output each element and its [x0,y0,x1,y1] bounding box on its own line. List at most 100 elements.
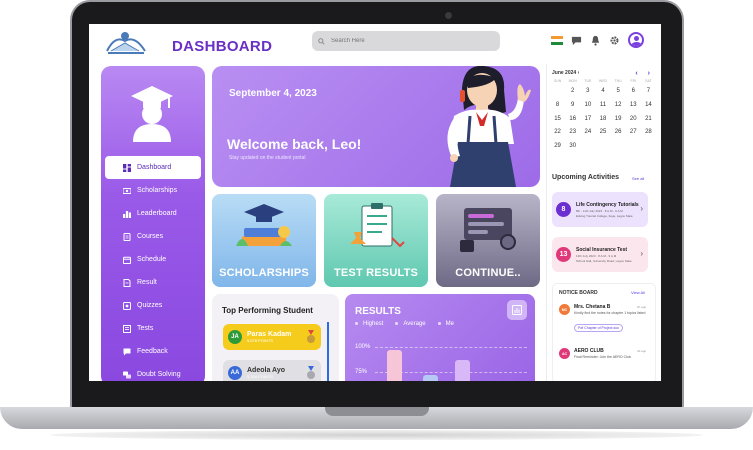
calendar-day[interactable]: 28 [641,126,656,140]
sidebar-item-courses[interactable]: Courses [105,225,201,248]
sidebar-item-tests[interactable]: Tests [105,317,201,340]
calendar-day[interactable]: 20 [626,113,641,127]
chevron-right-icon: › [640,249,643,258]
notice-attachment[interactable]: Pdf Chapter of Project doc [574,324,624,332]
calendar-widget: June 2024 › ‹ › SUN MON TUE WED THU FRI SAT 23… [550,70,656,165]
card-label: TEST RESULTS [333,267,419,279]
laptop-notch [325,407,429,416]
card-label: SCHOLARSHIPS [219,267,309,279]
calendar-day[interactable]: 14 [641,99,656,113]
student-illustration [447,66,531,187]
continue-card[interactable]: CONTINUE.. [436,194,540,287]
chart-toggle-button[interactable] [507,300,527,320]
notice-text: Final Reminder: Join the AERO Club [574,355,631,359]
sidebar-item-feedback[interactable]: Feedback [105,340,201,363]
calendar-day[interactable]: 11 [595,99,610,113]
calendar-day[interactable]: 8 [550,99,565,113]
upcoming-activities-title: Upcoming Activities [552,174,620,181]
calendar-day[interactable]: 12 [611,99,626,113]
notice-board: NOTICE BOARD View All MC Mrs. Chetana B … [552,283,656,381]
results-panel: RESULTS Highest Average Me 100% 75% [345,294,535,381]
sidebar-item-dashboard[interactable]: Dashboard [105,156,201,179]
calendar-nav[interactable]: ‹ › [635,70,654,77]
calendar-day[interactable]: 2 [565,85,580,99]
notice-item[interactable]: MC Mrs. Chetana B Kindly find the notes … [559,304,648,334]
calendar-day[interactable]: 25 [595,126,610,140]
student-row[interactable]: AA Adeola Ayo 5,204 POINTS [223,360,321,381]
student-row[interactable]: JA Paras Kadam 5,678 POINTS [223,324,321,350]
sidebar-item-label: Courses [137,233,164,240]
welcome-banner: September 4, 2023 Welcome back, Leo! Sta… [212,66,540,187]
sidebar-item-result[interactable]: Result [105,271,201,294]
calendar-day[interactable]: 16 [565,113,580,127]
india-flag-icon[interactable] [551,35,563,45]
calendar-day[interactable]: 4 [595,85,610,99]
sidebar-item-leaderboard[interactable]: Leaderboard [105,202,201,225]
legend-label: Average [403,321,426,327]
activity-date-badge: 8 [556,202,571,217]
scroll-indicator [327,322,329,381]
calendar-day[interactable]: 5 [611,85,626,99]
chart-legend: Highest Average Me [355,321,454,327]
calendar-month[interactable]: June 2024 › [552,70,579,77]
user-avatar[interactable] [628,32,644,48]
search-input[interactable] [331,38,481,44]
camera [445,12,452,19]
view-all-link[interactable]: View All [631,290,645,295]
bar-average [423,375,438,381]
bars-icon [123,210,131,218]
test-icon [123,324,131,333]
calendar-day[interactable]: 13 [626,99,641,113]
student-initials: JA [228,330,242,344]
search-bar[interactable] [312,31,500,51]
sidebar-item-schedule[interactable]: Schedule [105,248,201,271]
chevron-right-icon: › [640,204,643,213]
calendar-day[interactable]: 27 [626,126,641,140]
calendar-day[interactable]: 19 [611,113,626,127]
sidebar-item-doubt-solving[interactable]: Doubt Solving [105,363,201,381]
chat-icon[interactable] [571,35,582,46]
activity-title: Life Contingency Tutorials [576,201,639,208]
calendar-day[interactable]: 26 [611,126,626,140]
sidebar-item-label: Leaderboard [137,210,177,217]
test-results-card[interactable]: TEST RESULTS [324,194,428,287]
calendar-day[interactable]: 7 [641,85,656,99]
search-icon [318,37,325,45]
calendar-day[interactable]: 9 [565,99,580,113]
student-name: Paras Kadam [247,331,292,338]
calendar-day[interactable]: 3 [580,85,595,99]
student-name: Adeola Ayo [247,367,285,374]
calendar-grid: 2 3 4 5 6 7 8 9 10 11 12 13 14 15 16 17 18 19 20 21 22 23 24 25… [550,85,656,154]
calendar-day[interactable]: 24 [580,126,595,140]
legend-label: Highest [363,321,384,327]
calendar-day[interactable]: 22 [550,126,565,140]
scholarships-card[interactable]: SCHOLARSHIPS [212,194,316,287]
calendar-day[interactable]: 10 [580,99,595,113]
sidebar-item-quizzes[interactable]: Quizzes [105,294,201,317]
legend-label: Me [445,321,454,327]
calendar-day [550,85,565,99]
calendar-day[interactable]: 6 [626,85,641,99]
calendar-header: June 2024 › ‹ › [550,70,656,77]
activity-item[interactable]: 13 Social Insurance Test 13th July 2023 … [552,237,648,272]
gridline [375,347,527,348]
bell-icon[interactable] [590,35,601,46]
calendar-day[interactable]: 29 [550,140,565,154]
calendar-day[interactable]: 18 [595,113,610,127]
activity-item[interactable]: 8 Life Contingency Tutorials 8th - 11th … [552,192,648,227]
calendar-day[interactable]: 15 [550,113,565,127]
legend-item: Highest [355,321,383,327]
column-divider [546,64,547,381]
calendar-day[interactable]: 17 [580,113,595,127]
activity-location: School Hall, University Road, Lagos Stat… [576,258,632,263]
calendar-day[interactable]: 30 [565,140,580,154]
sidebar-item-scholarships[interactable]: Scholarships [105,179,201,202]
bar-chart-icon [512,305,522,315]
calendar-day[interactable]: 21 [641,113,656,127]
y-tick-label: 75% [355,369,368,375]
notice-item[interactable]: AC AERO CLUB Final Reminder: Join the AE… [559,348,648,360]
sidebar-item-label: Tests [137,325,154,332]
gear-icon[interactable] [609,35,620,46]
see-all-link[interactable]: See all [632,176,644,181]
calendar-day[interactable]: 23 [565,126,580,140]
